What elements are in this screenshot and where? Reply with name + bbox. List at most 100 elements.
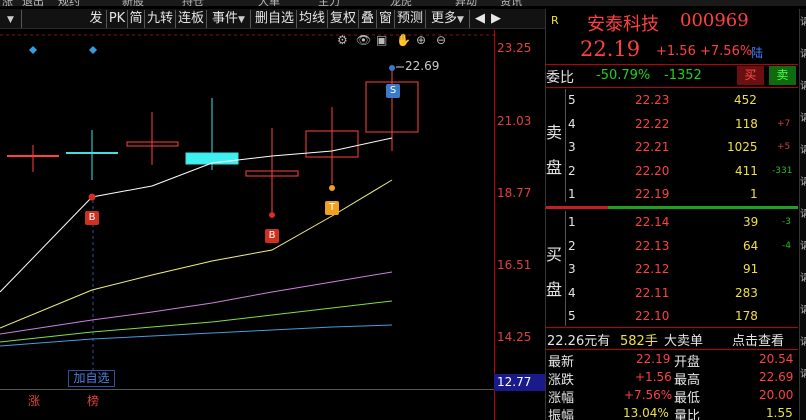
ask-price[interactable]: 22.22	[635, 117, 669, 131]
toolbar-ma-button[interactable]: 均线	[297, 10, 328, 28]
chevron-down-icon: ▼	[457, 15, 464, 25]
ma30-line	[0, 300, 393, 343]
big-order-qty: 582手	[620, 334, 658, 349]
divider	[546, 87, 798, 88]
view-big-order-link[interactable]: 点击查看	[732, 330, 784, 349]
scroll-right-icon[interactable]: ▶	[488, 10, 504, 28]
candle	[7, 145, 59, 172]
top-menu-item[interactable]: 持仓	[182, 0, 204, 6]
ask-volume: 452	[734, 93, 757, 107]
buy-signal-badge[interactable]: B	[265, 229, 279, 243]
divider	[546, 327, 798, 328]
zoom-in-icon[interactable]: ⊕	[416, 33, 426, 47]
stat-value: +1.56	[635, 370, 672, 384]
side-tab-label: 请	[800, 141, 806, 156]
candle	[365, 68, 419, 151]
price-axis-label: 18.77	[497, 186, 532, 200]
stat-label: 开盘	[674, 355, 701, 370]
bag-icon[interactable]: ▣	[376, 33, 387, 47]
side-tab-label: 请	[800, 301, 806, 316]
bid-volume: 283	[735, 286, 758, 300]
candle	[245, 128, 299, 212]
side-tab-label: 请	[800, 45, 806, 60]
toolbar-event-dropdown[interactable]: 事件▼	[207, 10, 251, 28]
stat-value: 13.04%	[623, 406, 669, 420]
ask-price[interactable]: 22.23	[635, 93, 669, 107]
toolbar-more-dropdown[interactable]: 更多▼	[426, 10, 470, 28]
ask-volume: 411	[735, 164, 758, 178]
toolbar-jiuzhuan-button[interactable]: 九转	[145, 10, 176, 28]
top-menu-item[interactable]: 大单	[258, 0, 280, 6]
toolbar-lianban-button[interactable]: 连板	[176, 10, 207, 28]
toolbar-forecast-button[interactable]: 预测	[395, 10, 426, 28]
toolbar-pk-button[interactable]: PK	[107, 10, 128, 28]
top-menu-item[interactable]: 规约	[58, 0, 80, 6]
top-menu-item[interactable]: 龙虎	[390, 0, 412, 6]
toolbar-simple-button[interactable]: 简	[128, 10, 145, 28]
top-menu-item[interactable]: 资讯	[500, 0, 522, 6]
bid-price[interactable]: 22.14	[635, 215, 669, 229]
ask-level: 4	[568, 117, 576, 131]
kline-chart-svg	[0, 34, 494, 370]
top-menu-item[interactable]: 主力	[318, 0, 340, 6]
diamond-icon	[89, 46, 97, 54]
toolbar-fa-button[interactable]: 发	[86, 10, 107, 28]
rank-tag[interactable]: 榜	[87, 392, 99, 409]
scroll-left-icon[interactable]: ◀	[472, 10, 488, 28]
ask-price[interactable]: 22.21	[635, 140, 669, 154]
stat-value: 22.69	[759, 370, 794, 384]
ask-side-label: 盘	[546, 158, 563, 177]
toolbar-window-button[interactable]: 窗	[377, 10, 395, 28]
divider	[546, 64, 798, 65]
buy-button[interactable]: 买	[737, 66, 764, 85]
zoom-out-icon[interactable]: ⊖	[436, 33, 446, 47]
bid-level: 4	[568, 286, 576, 300]
bid-price[interactable]: 22.10	[635, 309, 669, 323]
toolbar-event-label: 事件	[212, 11, 239, 26]
price-axis-label: 21.03	[497, 114, 532, 128]
settings-icon[interactable]: ⚙	[337, 33, 348, 47]
ask-price[interactable]: 22.20	[635, 164, 669, 178]
price-axis-label: 23.25	[497, 41, 532, 55]
big-order-price: 22.26元有	[547, 334, 611, 349]
top-menu-item[interactable]: 涨	[2, 0, 13, 6]
board-tag: 陆	[751, 46, 764, 60]
marker-dot	[389, 65, 395, 71]
bid-volume: 178	[735, 309, 758, 323]
rank-tag[interactable]: 涨	[28, 392, 40, 409]
price-change-pct: +7.56%	[700, 44, 753, 59]
sell-signal-badge[interactable]: S	[386, 84, 400, 98]
buy-signal-badge[interactable]: B	[85, 211, 99, 225]
toolbar-overlay-button[interactable]: 叠	[359, 10, 377, 28]
stat-value: 20.00	[759, 388, 794, 402]
toolbar-remove-watchlist-button[interactable]: 删自选	[253, 10, 297, 28]
bid-price[interactable]: 22.13	[635, 239, 669, 253]
t-signal-badge[interactable]: T	[325, 201, 339, 215]
ask-change: +5	[777, 142, 791, 152]
side-tab-label: 请	[800, 269, 806, 284]
nav-left-button[interactable]: ▼	[0, 10, 22, 28]
toolbar-adjust-button[interactable]: 复权	[328, 10, 359, 28]
eye-icon[interactable]: 👁	[356, 33, 371, 47]
side-tab-label: 请	[800, 13, 806, 28]
top-menu-item[interactable]: 退出	[22, 0, 44, 6]
toolbar-more-label: 更多	[431, 11, 458, 26]
ask-price[interactable]: 22.19	[635, 187, 669, 201]
last-price: 22.19	[580, 37, 641, 61]
divider	[565, 211, 566, 326]
current-price-tag: 12.77	[494, 374, 545, 391]
add-watchlist-button[interactable]: 加自选	[68, 370, 115, 387]
bid-level: 3	[568, 262, 576, 276]
bid-price[interactable]: 22.11	[635, 286, 669, 300]
ask-change: -331	[772, 166, 793, 176]
ask-volume: 118	[735, 117, 758, 131]
kline-chart[interactable]: ⚙ 👁 ▣ ✋ ⊕ ⊖ 22.69 B B T S 加自选 涨 榜	[0, 30, 494, 420]
bid-price[interactable]: 22.12	[635, 262, 669, 276]
sell-button[interactable]: 卖	[769, 66, 796, 85]
ask-change: +7	[777, 119, 791, 129]
hand-icon[interactable]: ✋	[396, 33, 411, 47]
top-menu-item[interactable]: 异动	[455, 0, 477, 6]
top-menu-item[interactable]: 新股	[122, 0, 144, 6]
stat-value: +7.56%	[624, 388, 673, 402]
side-tab-strip[interactable]: 请 请 请 请 请 请 请 请 请 请 请 请	[799, 9, 806, 420]
